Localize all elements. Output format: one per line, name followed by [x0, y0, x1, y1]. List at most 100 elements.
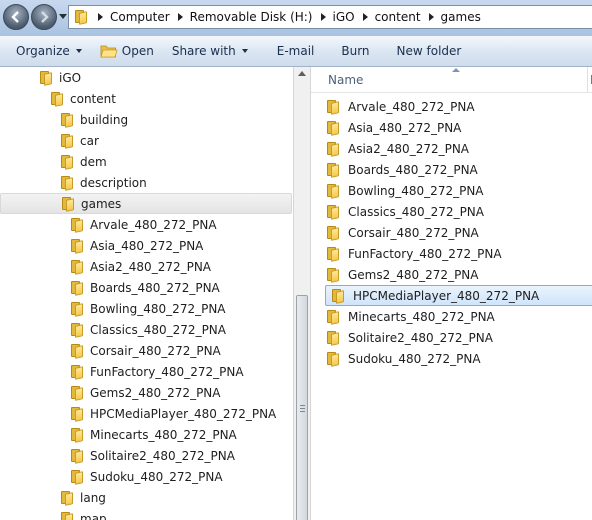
list-item-label: Boards_480_272_PNA [348, 162, 478, 177]
tree-item-label: description [80, 175, 147, 190]
folder-icon [72, 8, 90, 26]
tree-item-label: Gems2_480_272_PNA [90, 385, 221, 400]
folder-icon [70, 406, 84, 422]
recent-pages-dropdown[interactable] [59, 14, 67, 19]
email-button[interactable]: E-mail [257, 36, 324, 66]
tree-item-label: building [80, 112, 129, 127]
organize-label: Organize [16, 44, 70, 58]
folder-icon [331, 288, 345, 304]
folder-icon [61, 196, 75, 212]
list-item[interactable]: Gems2_480_272_PNA [326, 264, 592, 285]
breadcrumb-label: iGO [332, 10, 355, 24]
folder-icon [326, 309, 340, 325]
tree-item[interactable]: Asia_480_272_PNA [0, 235, 203, 256]
folder-icon [70, 259, 84, 275]
address-bar-area: Computer Removable Disk (H:) iGO content gam… [0, 0, 592, 36]
list-item[interactable]: HPCMediaPlayer_480_272_PNA7 [325, 285, 592, 306]
breadcrumb-item[interactable]: Removable Disk (H:) [170, 6, 313, 28]
open-button[interactable]: Open [91, 36, 163, 66]
list-item[interactable]: Corsair_480_272_PNA [326, 222, 592, 243]
list-item[interactable]: Asia_480_272_PNA [326, 117, 592, 138]
chevron-right-icon[interactable] [428, 13, 434, 21]
tree-item-label: HPCMediaPlayer_480_272_PNA [90, 406, 277, 421]
list-item-label: Asia2_480_272_PNA [348, 141, 470, 156]
list-item[interactable]: Bowling_480_272_PNA [326, 180, 592, 201]
open-label: Open [121, 44, 154, 58]
tree-item[interactable]: Bowling_480_272_PNA [0, 298, 226, 319]
list-item-label: Asia_480_272_PNA [348, 120, 462, 135]
chevron-down-icon [241, 49, 248, 53]
breadcrumb-item[interactable]: content [355, 6, 421, 28]
tree-item[interactable]: Classics_480_272_PNA [0, 319, 226, 340]
list-item[interactable]: Classics_480_272_PNA [326, 201, 592, 222]
address-box[interactable]: Computer Removable Disk (H:) iGO content gam… [68, 5, 592, 29]
chevron-right-icon[interactable] [362, 13, 368, 21]
tree-item[interactable]: Corsair_480_272_PNA [0, 340, 221, 361]
open-folder-icon [100, 43, 118, 59]
folder-icon [60, 112, 74, 128]
list-item[interactable]: Arvale_480_272_PNA [326, 96, 592, 117]
list-item-label: Gems2_480_272_PNA [348, 267, 479, 282]
breadcrumb-item[interactable]: games [421, 6, 481, 28]
list-item[interactable]: Boards_480_272_PNA [326, 159, 592, 180]
tree-item[interactable]: content [0, 88, 116, 109]
scroll-up-arrow-icon[interactable] [298, 71, 306, 76]
tree-item-label: Asia2_480_272_PNA [90, 259, 212, 274]
tree-item[interactable]: map [0, 508, 107, 520]
folder-icon [39, 70, 53, 86]
sort-ascending-icon [452, 68, 460, 72]
tree-item[interactable]: Gems2_480_272_PNA [0, 382, 221, 403]
list-item[interactable]: FunFactory_480_272_PNA [326, 243, 592, 264]
chevron-right-icon[interactable] [98, 13, 103, 21]
tree-item-label: Arvale_480_272_PNA [90, 217, 217, 232]
tree-item[interactable]: Boards_480_272_PNA [0, 277, 220, 298]
tree-item[interactable]: car [0, 130, 99, 151]
tree-item-label: content [70, 91, 116, 106]
organize-button[interactable]: Organize [0, 36, 91, 66]
forward-button[interactable] [31, 4, 57, 30]
folder-icon [326, 225, 340, 241]
breadcrumb-label: games [440, 10, 481, 24]
tree-item-label: Solitaire2_480_272_PNA [90, 448, 235, 463]
folder-icon [70, 469, 84, 485]
tree-item[interactable]: lang [0, 487, 106, 508]
column-header-name[interactable]: Name [328, 73, 363, 87]
breadcrumb-item[interactable]: iGO [313, 6, 355, 28]
tree-item-label: Sudoku_480_272_PNA [90, 469, 223, 484]
burn-button[interactable]: Burn [323, 36, 378, 66]
chevron-right-icon[interactable] [177, 13, 183, 21]
tree-item[interactable]: Arvale_480_272_PNA [0, 214, 217, 235]
navigation-pane[interactable]: iGO content building car dem description games… [0, 67, 293, 520]
tree-item[interactable]: description [0, 172, 147, 193]
column-separator[interactable] [587, 67, 588, 93]
folder-icon [326, 351, 340, 367]
tree-item-label: Minecarts_480_272_PNA [90, 427, 237, 442]
tree-item[interactable]: Minecarts_480_272_PNA [0, 424, 237, 445]
list-item[interactable]: Minecarts_480_272_PNA [326, 306, 592, 327]
share-with-label: Share with [171, 44, 236, 58]
scrollbar-thumb[interactable] [296, 295, 308, 520]
list-item[interactable]: Sudoku_480_272_PNA [326, 348, 592, 369]
breadcrumb-item[interactable]: Computer [90, 6, 170, 28]
list-item-label: FunFactory_480_272_PNA [348, 246, 502, 261]
new-folder-button[interactable]: New folder [379, 36, 471, 66]
folder-icon [326, 141, 340, 157]
navigation-pane-scrollbar[interactable] [293, 67, 311, 520]
tree-item[interactable]: iGO [0, 67, 81, 88]
tree-item[interactable]: games [0, 193, 292, 214]
back-arrow-icon [11, 11, 19, 23]
chevron-right-icon[interactable] [320, 13, 326, 21]
list-item[interactable]: Solitaire2_480_272_PNA [326, 327, 592, 348]
tree-item[interactable]: building [0, 109, 128, 130]
tree-item[interactable]: FunFactory_480_272_PNA [0, 361, 244, 382]
back-button[interactable] [3, 4, 29, 30]
tree-item[interactable]: HPCMediaPlayer_480_272_PNA [0, 403, 276, 424]
tree-item[interactable]: Sudoku_480_272_PNA [0, 466, 223, 487]
file-list-pane[interactable]: Name D Arvale_480_272_PNA Asia_480_272_PN… [311, 67, 592, 520]
tree-item-label: map [80, 511, 107, 520]
tree-item[interactable]: Solitaire2_480_272_PNA [0, 445, 235, 466]
list-item[interactable]: Asia2_480_272_PNA [326, 138, 592, 159]
share-with-button[interactable]: Share with [163, 36, 257, 66]
tree-item[interactable]: Asia2_480_272_PNA [0, 256, 211, 277]
tree-item[interactable]: dem [0, 151, 107, 172]
